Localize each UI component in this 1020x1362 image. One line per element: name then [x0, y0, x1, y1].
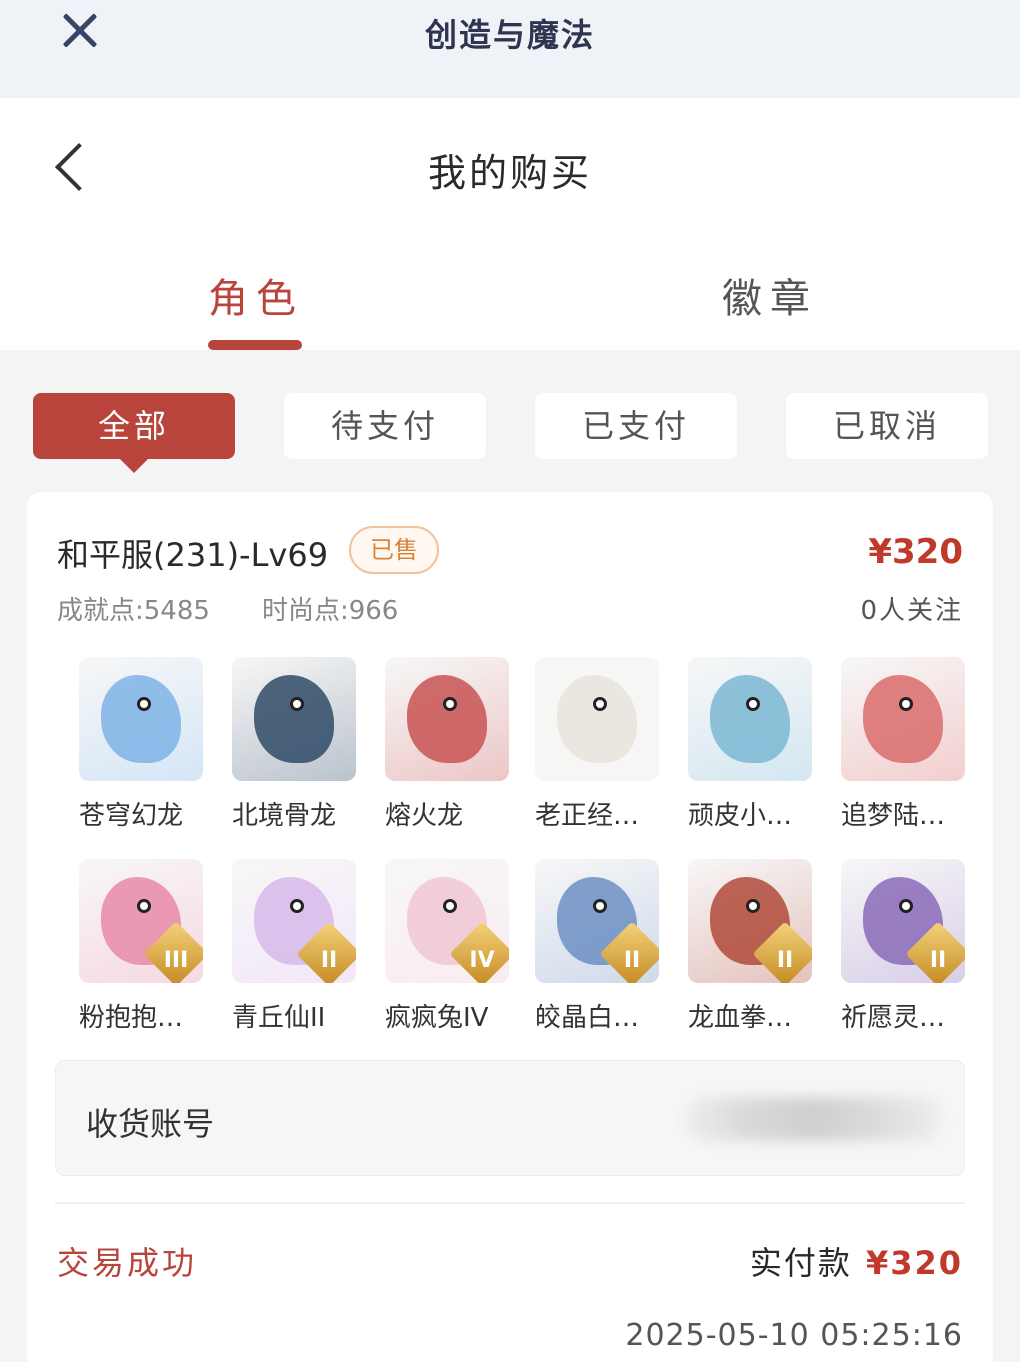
tier-label: II: [929, 948, 947, 973]
filter-pending[interactable]: 待支付: [284, 393, 486, 459]
sky-dragon-icon: [79, 657, 203, 781]
item-name: 追梦陆…: [841, 801, 946, 831]
tab-badge[interactable]: 徽章: [722, 266, 822, 324]
top-bar: 创造与魔法: [0, 0, 1020, 98]
tier-label: II: [623, 948, 641, 973]
item-name: 苍穹幻龙: [79, 801, 184, 831]
item-name: 龙血拳…: [688, 1003, 793, 1033]
fashion-points: 时尚点:966: [261, 596, 399, 626]
item-card[interactable]: 北境骨龙: [232, 657, 356, 832]
account-label: 收货账号: [86, 1105, 215, 1143]
griffin-icon: II: [841, 859, 965, 983]
filter-cancelled[interactable]: 已取消: [786, 393, 988, 459]
dragon-fist-icon: II: [688, 859, 812, 983]
divider: [55, 1202, 965, 1204]
item-card[interactable]: 追梦陆…: [841, 657, 965, 832]
paid-label: 实付款: [749, 1244, 852, 1282]
item-name: 粉抱抱…: [79, 1003, 184, 1033]
item-name: 老正经…: [535, 801, 640, 831]
item-name: 祈愿灵…: [841, 1003, 946, 1033]
item-card[interactable]: 老正经…: [535, 657, 659, 832]
item-card[interactable]: 苍穹幻龙: [79, 657, 203, 832]
item-name: 疯疯兔IV: [385, 1003, 489, 1033]
tier-label: II: [320, 948, 338, 973]
item-card[interactable]: II 皎晶白…: [535, 859, 659, 1034]
rabbit-icon: IV: [385, 859, 509, 983]
tier-label: IV: [469, 948, 495, 973]
white-tiger-icon: II: [535, 859, 659, 983]
item-card[interactable]: 熔火龙: [385, 657, 509, 832]
account-value-blurred: [684, 1097, 944, 1141]
item-card[interactable]: II 青丘仙II: [232, 859, 356, 1034]
order-datetime: 2025-05-10 05:25:16: [625, 1318, 963, 1353]
sea-serpent-icon: [688, 657, 812, 781]
item-card[interactable]: 顽皮小…: [688, 657, 812, 832]
paid-amount: ¥320: [865, 1244, 963, 1282]
fire-dragon-icon: [385, 657, 509, 781]
item-card[interactable]: II 龙血拳…: [688, 859, 812, 1034]
account-row: 收货账号: [55, 1060, 965, 1176]
item-name: 熔火龙: [385, 801, 464, 831]
active-tab-indicator: [208, 340, 302, 350]
item-card[interactable]: IV 疯疯兔IV: [385, 859, 509, 1034]
followers-count: 0人关注: [860, 596, 963, 626]
item-name: 顽皮小…: [688, 801, 793, 831]
status-badge: 已售: [349, 526, 439, 574]
bear-icon: III: [79, 859, 203, 983]
item-card[interactable]: II 祈愿灵…: [841, 859, 965, 1034]
page-header: 我的购买 角色 徽章: [0, 98, 1020, 350]
tier-label: III: [163, 948, 189, 973]
tier-label: II: [776, 948, 794, 973]
paid-amount-row: 实付款 ¥320: [750, 1238, 963, 1284]
page-title: 我的购买: [427, 151, 592, 195]
item-name: 青丘仙II: [232, 1003, 326, 1033]
bird-icon: [841, 657, 965, 781]
tab-role[interactable]: 角色: [208, 266, 304, 324]
filter-paid[interactable]: 已支付: [535, 393, 737, 459]
server-level: 和平服(231)-Lv69: [57, 536, 329, 574]
points-row: 成就点:5485 时尚点:966: [57, 590, 450, 627]
item-name: 北境骨龙: [232, 801, 337, 831]
filter-all[interactable]: 全部: [33, 393, 235, 473]
order-price: ¥320: [868, 532, 963, 572]
app-title: 创造与魔法: [424, 16, 595, 54]
trade-status: 交易成功: [57, 1244, 198, 1282]
item-card[interactable]: III 粉抱抱…: [79, 859, 203, 1034]
order-card[interactable]: 和平服(231)-Lv69 已售 ¥320 成就点:5485 时尚点:966 0人…: [27, 492, 993, 1362]
fox-fairy-icon: II: [232, 859, 356, 983]
goose-icon: [535, 657, 659, 781]
achievement-points: 成就点:5485: [57, 596, 210, 626]
item-name: 皎晶白…: [535, 1003, 640, 1033]
bone-dragon-icon: [232, 657, 356, 781]
